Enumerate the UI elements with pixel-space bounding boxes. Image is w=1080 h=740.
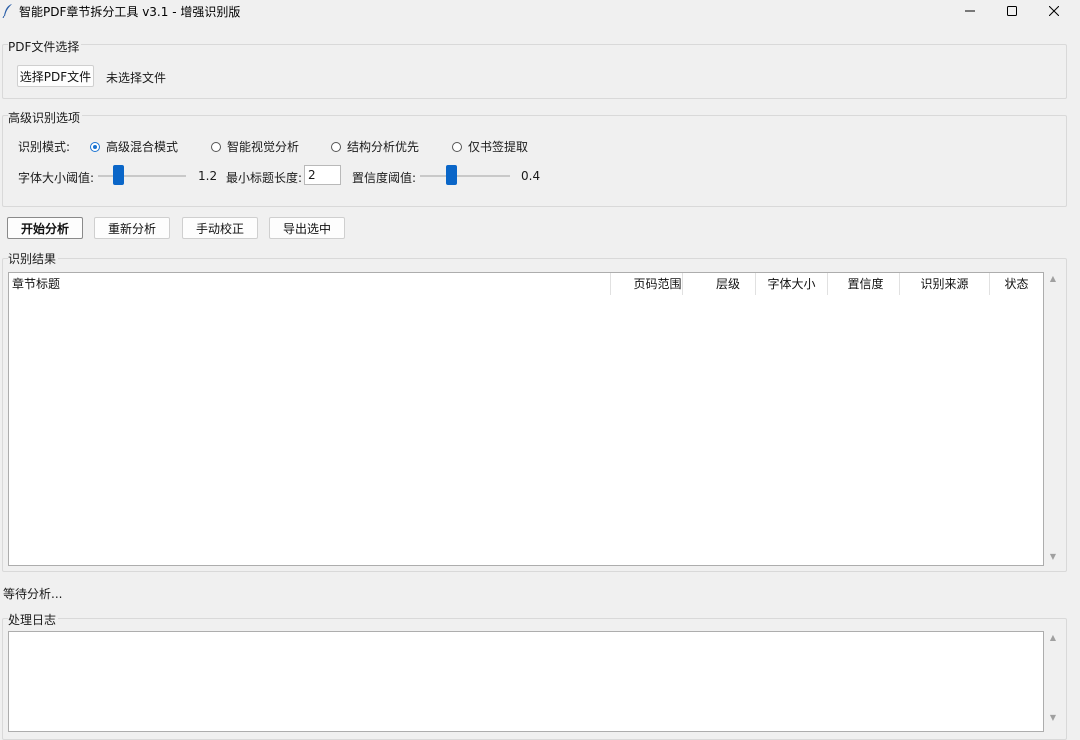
close-button[interactable] <box>1031 0 1077 22</box>
advanced-options-group <box>2 115 1067 207</box>
reanalyze-button[interactable]: 重新分析 <box>94 217 170 239</box>
maximize-icon <box>1007 6 1017 16</box>
column-header-font-size[interactable]: 字体大小 <box>755 273 827 295</box>
column-header-pages[interactable]: 页码范围 <box>610 273 682 295</box>
scroll-down-icon[interactable]: ▼ <box>1045 713 1061 722</box>
mode-label: 识别模式: <box>18 140 71 154</box>
font-threshold-slider-track[interactable] <box>98 175 186 177</box>
status-text: 等待分析... <box>3 587 63 601</box>
confidence-slider-track[interactable] <box>420 175 510 177</box>
choose-pdf-button[interactable]: 选择PDF文件 <box>17 65 94 87</box>
column-header-confidence[interactable]: 置信度 <box>827 273 899 295</box>
mode-radio-bookmark[interactable]: 仅书签提取 <box>452 138 528 155</box>
export-selected-button[interactable]: 导出选中 <box>269 217 345 239</box>
mode-radio-label: 高级混合模式 <box>106 140 179 154</box>
font-threshold-slider-thumb[interactable] <box>113 165 124 185</box>
mode-radio-label: 仅书签提取 <box>468 140 529 154</box>
font-threshold-label: 字体大小阈值: <box>18 171 95 185</box>
mode-radio-structure[interactable]: 结构分析优先 <box>331 138 419 155</box>
radio-selected-icon <box>90 141 100 152</box>
min-title-label: 最小标题长度: <box>226 171 303 185</box>
column-header-source[interactable]: 识别来源 <box>899 273 989 295</box>
radio-icon <box>331 141 341 152</box>
window-title: 智能PDF章节拆分工具 v3.1 - 增强识别版 <box>19 5 241 19</box>
mode-radio-label: 智能视觉分析 <box>227 140 300 154</box>
file-status-text: 未选择文件 <box>106 71 167 85</box>
confidence-value: 0.4 <box>521 169 541 183</box>
feather-icon <box>2 4 12 18</box>
confidence-label: 置信度阈值: <box>352 171 417 185</box>
scroll-down-icon[interactable]: ▼ <box>1045 552 1061 561</box>
close-icon <box>1049 6 1059 16</box>
advanced-options-label: 高级识别选项 <box>8 109 83 126</box>
start-analysis-button[interactable]: 开始分析 <box>7 217 83 239</box>
file-selection-label: PDF文件选择 <box>8 38 82 55</box>
log-scrollbar[interactable]: ▲ ▼ <box>1045 631 1061 732</box>
results-label: 识别结果 <box>8 250 59 267</box>
confidence-slider-thumb[interactable] <box>446 165 457 185</box>
results-scrollbar[interactable]: ▲ ▼ <box>1045 272 1061 566</box>
mode-radio-vision[interactable]: 智能视觉分析 <box>211 138 299 155</box>
radio-icon <box>452 141 462 152</box>
font-threshold-value: 1.2 <box>198 169 218 183</box>
mode-radio-hybrid[interactable]: 高级混合模式 <box>90 138 178 155</box>
column-header-title[interactable]: 章节标题 <box>12 273 610 295</box>
table-header: 章节标题 页码范围 层级 字体大小 置信度 识别来源 状态 <box>9 273 1043 295</box>
minimize-button[interactable] <box>947 0 993 22</box>
manual-correct-button[interactable]: 手动校正 <box>182 217 258 239</box>
minimize-icon <box>965 10 975 12</box>
log-textarea[interactable] <box>8 631 1044 732</box>
column-header-level[interactable]: 层级 <box>682 273 755 295</box>
scroll-up-icon[interactable]: ▲ <box>1045 633 1061 642</box>
mode-radio-label: 结构分析优先 <box>347 140 420 154</box>
results-table[interactable]: 章节标题 页码范围 层级 字体大小 置信度 识别来源 状态 <box>8 272 1044 566</box>
scroll-up-icon[interactable]: ▲ <box>1045 274 1061 283</box>
title-bar: 智能PDF章节拆分工具 v3.1 - 增强识别版 <box>0 0 1080 22</box>
log-label: 处理日志 <box>8 611 59 628</box>
radio-icon <box>211 141 221 152</box>
maximize-button[interactable] <box>989 0 1035 22</box>
column-header-status[interactable]: 状态 <box>989 273 1043 295</box>
min-title-input[interactable]: 2 <box>304 165 341 185</box>
